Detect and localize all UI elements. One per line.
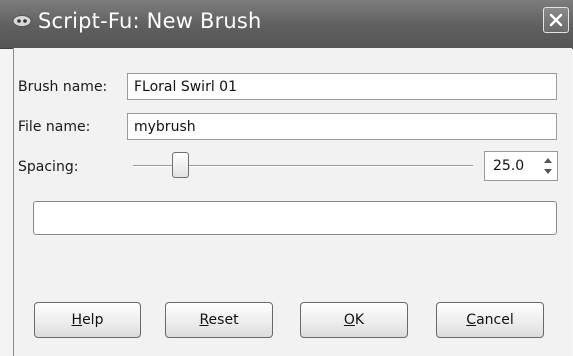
ok-mnemonic: O bbox=[343, 312, 355, 328]
spacing-label: Spacing: bbox=[18, 159, 79, 175]
reset-button[interactable]: Reset bbox=[165, 302, 273, 338]
script-fu-icon bbox=[12, 13, 32, 27]
progress-area bbox=[33, 201, 557, 235]
brush-name-label: Brush name: bbox=[18, 79, 108, 95]
ok-button[interactable]: OK bbox=[300, 302, 408, 338]
brush-name-field[interactable] bbox=[127, 73, 557, 100]
spacing-slider-thumb[interactable] bbox=[171, 152, 189, 178]
reset-mnemonic: R bbox=[199, 312, 209, 328]
file-name-label: File name: bbox=[18, 119, 91, 135]
cancel-label-rest: ancel bbox=[476, 312, 514, 328]
spin-arrows-icon[interactable] bbox=[541, 154, 555, 178]
file-name-field[interactable] bbox=[127, 113, 557, 140]
spacing-spinbutton[interactable]: 25.0 bbox=[484, 151, 558, 181]
dialog-window: Script-Fu: New Brush Brush name: File na… bbox=[0, 0, 573, 356]
title-bar: Script-Fu: New Brush bbox=[0, 0, 573, 49]
close-button[interactable] bbox=[543, 7, 569, 33]
window-title: Script-Fu: New Brush bbox=[38, 9, 262, 33]
cancel-mnemonic: C bbox=[466, 312, 477, 328]
cancel-button[interactable]: Cancel bbox=[436, 302, 544, 338]
ok-label-rest: K bbox=[354, 312, 365, 328]
help-button[interactable]: Help bbox=[34, 302, 141, 338]
reset-label-rest: eset bbox=[208, 312, 239, 328]
spacing-value[interactable]: 25.0 bbox=[493, 158, 524, 174]
help-label-rest: elp bbox=[82, 312, 104, 328]
help-mnemonic: H bbox=[71, 312, 83, 328]
close-icon bbox=[549, 13, 563, 27]
